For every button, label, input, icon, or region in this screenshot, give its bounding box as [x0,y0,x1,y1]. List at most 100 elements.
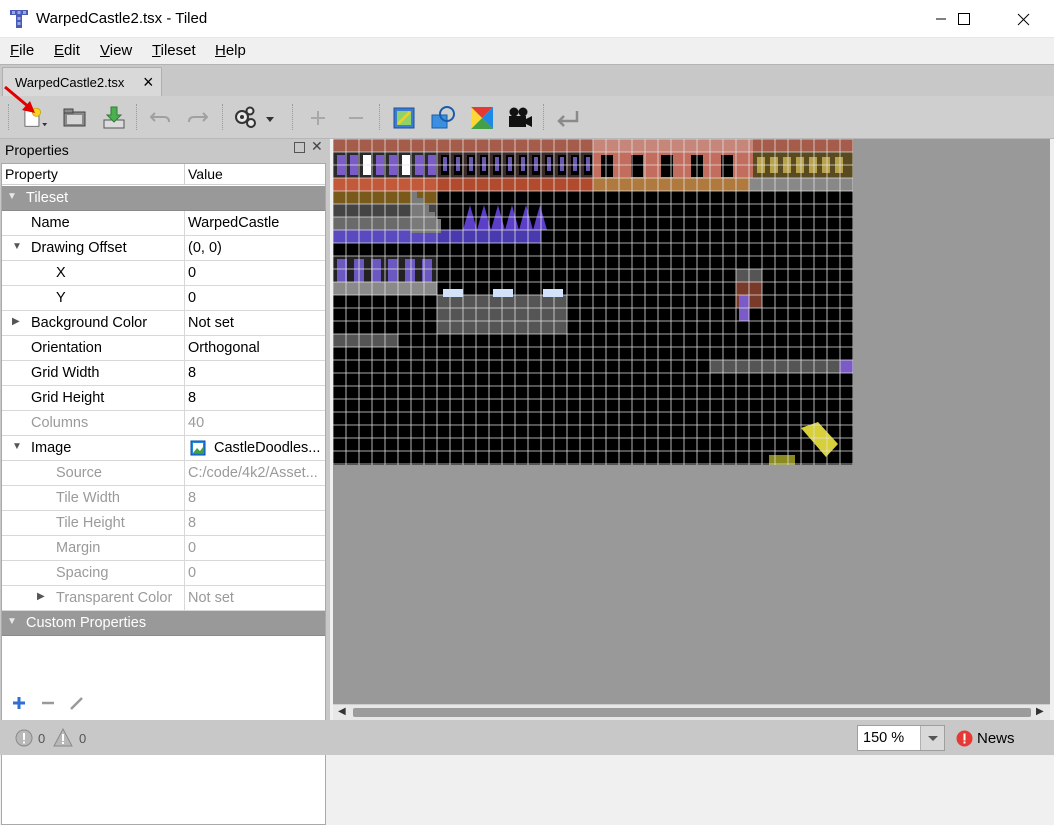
undo-icon[interactable] [146,104,174,132]
property-row[interactable]: ▼ Drawing Offset (0, 0) [2,236,325,261]
property-row[interactable]: Source C:/code/4k2/Asset... [2,461,325,486]
property-value[interactable]: 0 [188,565,323,581]
property-row[interactable]: Spacing 0 [2,561,325,586]
menu-edit[interactable]: Edit [54,42,80,59]
save-icon[interactable] [100,104,128,132]
maximize-button[interactable] [941,0,987,38]
remove-icon[interactable] [342,104,370,132]
remove-property-icon[interactable] [39,694,57,712]
property-value[interactable]: 40 [188,415,323,431]
toolbar-separator [136,104,138,130]
property-name: Transparent Color [56,590,173,606]
tab-close-icon[interactable]: × [143,73,154,91]
shape-icon[interactable] [429,104,457,132]
expand-arrow-icon[interactable]: ▼ [7,616,17,627]
expand-arrow-icon[interactable]: ▼ [7,191,17,202]
property-value[interactable]: 8 [188,490,323,506]
property-group-row[interactable]: ▼ Custom Properties [2,611,325,636]
color-icon[interactable] [468,104,496,132]
property-row[interactable]: Grid Height 8 [2,386,325,411]
menu-view[interactable]: View [100,42,132,59]
window-title: WarpedCastle2.tsx - Tiled [36,10,208,27]
property-row[interactable]: Y0 [2,286,325,311]
property-row[interactable]: Margin 0 [2,536,325,561]
menu-help[interactable]: Help [215,42,246,59]
scroll-left-icon[interactable]: ◀ [338,706,346,717]
zoom-value: 150 % [863,730,905,746]
property-value[interactable]: WarpedCastle [188,215,323,231]
chevron-down-icon [928,736,938,741]
close-button[interactable] [1000,0,1046,38]
property-value[interactable]: Not set [188,315,323,331]
property-row[interactable]: Columns 40 [2,411,325,436]
column-header-property[interactable]: Property [5,166,58,182]
error-icon[interactable] [15,729,33,747]
embed-tileset-icon[interactable] [390,104,418,132]
rename-property-icon[interactable] [68,694,86,712]
menu-tileset[interactable]: Tileset [152,42,196,59]
add-icon[interactable] [304,104,332,132]
animation-icon[interactable] [506,104,534,132]
tileset-canvas-area[interactable] [333,139,1050,704]
property-name: Columns [31,415,89,431]
property-row[interactable]: ▶ Transparent Color Not set [2,586,325,611]
toolbar-separator [543,104,545,130]
property-row[interactable]: Orientation Orthogonal [2,336,325,361]
property-name: Tile Width [56,490,120,506]
close-panel-icon[interactable]: ✕ [311,138,323,155]
property-row[interactable]: ▼ Image CastleDoodles... [2,436,325,461]
property-group-row[interactable]: ▼ Tileset [2,186,325,211]
property-row[interactable]: Grid Width 8 [2,361,325,386]
property-row[interactable]: X0 [2,261,325,286]
warning-icon[interactable] [53,728,73,747]
property-value[interactable]: CastleDoodles... [214,440,324,456]
property-name: Orientation [31,340,102,356]
collapsed-arrow-icon[interactable]: ▶ [12,316,20,327]
property-value[interactable]: 0 [188,265,323,281]
expand-arrow-icon[interactable]: ▼ [12,241,22,252]
zoom-dropdown-button[interactable] [920,726,944,750]
zoom-combobox[interactable]: 150 % [857,725,945,751]
back-icon[interactable] [553,104,581,132]
expand-arrow-icon[interactable]: ▼ [12,441,22,452]
property-row[interactable]: ▶ Background Color Not set [2,311,325,336]
status-bar: 0 0 150 % News [0,720,1054,755]
property-name: Custom Properties [26,615,147,631]
property-name: Y [56,290,66,306]
property-value[interactable]: Orthogonal [188,340,323,356]
property-name: Grid Height [31,390,105,406]
settings-icon[interactable] [232,104,280,132]
scrollbar-thumb[interactable] [353,708,1031,717]
property-value[interactable]: 8 [188,390,323,406]
property-row[interactable]: Tile Height 8 [2,511,325,536]
properties-panel: Properties ✕ Property Value ▼ Tileset Name… [0,138,330,825]
column-header-value[interactable]: Value [188,166,223,182]
float-panel-icon[interactable] [294,142,305,153]
property-value[interactable]: 0 [188,290,323,306]
property-row[interactable]: Name WarpedCastle [2,211,325,236]
horizontal-scrollbar[interactable]: ◀ ▶ [333,704,1050,720]
news-alert-icon[interactable] [956,730,973,747]
property-value[interactable]: (0, 0) [188,240,323,256]
warning-count: 0 [79,731,87,746]
property-value[interactable]: 8 [188,515,323,531]
property-value[interactable]: 8 [188,365,323,381]
property-value[interactable]: 0 [188,540,323,556]
menu-file[interactable]: File [10,42,34,59]
property-name: Image [31,440,72,456]
tileset-image[interactable] [333,139,853,465]
redo-icon[interactable] [184,104,212,132]
property-value[interactable]: Not set [188,590,323,606]
scroll-right-icon[interactable]: ▶ [1036,706,1044,717]
property-value[interactable]: C:/code/4k2/Asset... [188,465,323,481]
collapsed-arrow-icon[interactable]: ▶ [37,591,45,602]
title-bar: WarpedCastle2.tsx - Tiled [0,0,1054,38]
main-toolbar [0,85,1054,139]
menu-bar: File Edit View Tileset Help [0,38,1054,64]
property-name: Tile Height [56,515,125,531]
property-row[interactable]: Tile Width 8 [2,486,325,511]
news-label[interactable]: News [977,730,1015,747]
open-icon[interactable] [61,104,89,132]
add-property-icon[interactable] [10,694,28,712]
property-name: X [56,265,66,281]
